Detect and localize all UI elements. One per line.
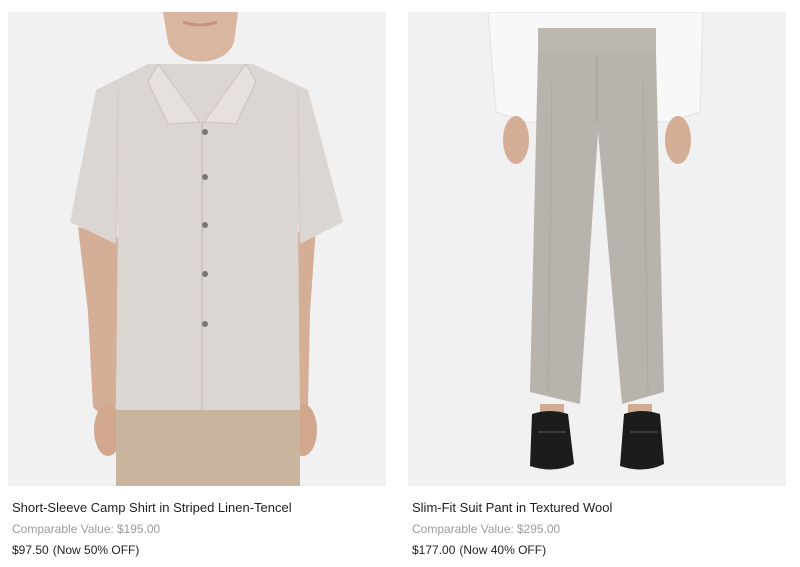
product-image-link[interactable] xyxy=(408,12,786,486)
comparable-price: $295.00 xyxy=(516,522,561,536)
product-image-link[interactable] xyxy=(8,12,386,486)
discount-label: (Now 40% OFF) xyxy=(459,543,547,557)
comparable-value: Comparable Value: $195.00 xyxy=(12,522,386,537)
product-card[interactable]: Slim-Fit Suit Pant in Textured Wool Comp… xyxy=(408,12,786,558)
sale-price: $97.50 xyxy=(12,543,49,557)
product-title[interactable]: Slim-Fit Suit Pant in Textured Wool xyxy=(412,500,786,516)
product-grid: Short-Sleeve Camp Shirt in Striped Linen… xyxy=(0,0,800,567)
comparable-label: Comparable Value: xyxy=(12,522,114,536)
sale-price-row: $177.00 (Now 40% OFF) xyxy=(412,543,786,558)
sale-price: $177.00 xyxy=(412,543,456,557)
product-title[interactable]: Short-Sleeve Camp Shirt in Striped Linen… xyxy=(12,500,386,516)
comparable-price: $195.00 xyxy=(116,522,161,536)
product-image-pants xyxy=(408,12,786,486)
discount-label: (Now 50% OFF) xyxy=(52,543,140,557)
comparable-label: Comparable Value: xyxy=(412,522,514,536)
comparable-value: Comparable Value: $295.00 xyxy=(412,522,786,537)
product-card[interactable]: Short-Sleeve Camp Shirt in Striped Linen… xyxy=(8,12,386,558)
product-image-shirt xyxy=(8,12,386,486)
sale-price-row: $97.50 (Now 50% OFF) xyxy=(12,543,386,558)
